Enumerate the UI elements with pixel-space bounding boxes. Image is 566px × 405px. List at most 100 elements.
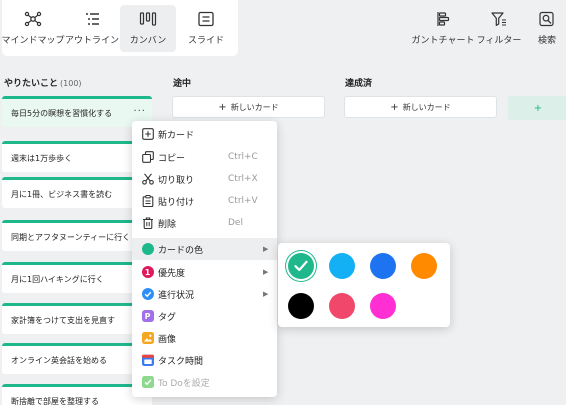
submenu-arrow-icon: ▶ — [263, 290, 269, 298]
menu-item-label: 貼り付け — [158, 197, 195, 208]
card-title: 家計簿をつけて支出を見直す — [11, 316, 115, 325]
color-swatch-orange[interactable] — [411, 253, 437, 279]
card[interactable]: 断捨離で部屋を整理する — [2, 384, 152, 405]
card[interactable]: オンライン英会話を始める — [2, 343, 152, 374]
menu-item-label: 切り取り — [158, 175, 195, 186]
menu-item-copy[interactable]: コピー Ctrl+C — [132, 146, 277, 168]
view-outline-button[interactable]: アウトライン — [65, 5, 120, 52]
new-card-label: 新しいカード — [402, 102, 451, 112]
menu-item-card-color[interactable]: カードの色 ▶ — [132, 238, 277, 260]
card[interactable]: 週末は1万歩歩く — [2, 141, 152, 172]
menu-item-label: 新カード — [158, 130, 195, 141]
filter-button[interactable]: フィルター — [477, 5, 521, 52]
card-title: 月に1冊、ビジネス書を読む — [11, 190, 113, 199]
shortcut-label: Ctrl+X — [228, 174, 258, 184]
menu-item-label: 優先度 — [158, 268, 186, 279]
view-mindmap-label: マインドマップ — [1, 36, 65, 46]
color-swatch-black[interactable] — [288, 293, 314, 319]
gantt-chart-button[interactable]: ガントチャート — [411, 5, 475, 52]
color-swatch-blue[interactable] — [370, 253, 396, 279]
shortcut-label: Ctrl+V — [228, 196, 258, 206]
menu-item-label: 画像 — [158, 334, 177, 345]
view-kanban-label: カンバン — [129, 36, 167, 46]
menu-item-priority[interactable]: 1 優先度 ▶ — [132, 261, 277, 283]
gantt-icon — [437, 12, 450, 26]
filter-icon — [491, 12, 506, 26]
plus-icon: + — [390, 101, 399, 113]
menu-item-new-card[interactable]: 新カード — [132, 123, 277, 145]
new-card-icon — [141, 128, 154, 141]
toolbar: マインドマップ アウトライン カンバン スライド ガントチャート フィルター 検… — [0, 0, 566, 60]
menu-item-delete[interactable]: 削除 Del — [132, 212, 277, 234]
card-title: 週末は1万歩歩く — [11, 154, 73, 163]
menu-item-paste[interactable]: 貼り付け Ctrl+V — [132, 190, 277, 212]
color-swatch-cyan[interactable] — [329, 253, 355, 279]
priority-icon: 1 — [141, 266, 154, 279]
menu-item-label: コピー — [158, 153, 186, 164]
column-title: 達成済 — [345, 79, 373, 89]
menu-item-label: タグ — [158, 312, 177, 323]
add-column-button[interactable]: + — [508, 96, 566, 120]
submenu-arrow-icon: ▶ — [263, 268, 269, 276]
cut-icon — [141, 173, 154, 186]
search-label: 検索 — [537, 36, 556, 46]
menu-item-progress[interactable]: 進行状況 ▶ — [132, 283, 277, 305]
column-title: やりたいこと — [4, 79, 59, 89]
card-title: 同期とアフタヌーンティーに行く — [11, 233, 131, 242]
color-swatch-magenta[interactable] — [370, 293, 396, 319]
outline-icon — [86, 13, 99, 25]
card-title: オンライン英会話を始める — [11, 356, 107, 365]
card[interactable]: 毎日5分の瞑想を習慣化する ··· — [2, 96, 152, 127]
view-slide-button[interactable]: スライド — [180, 5, 232, 52]
column-header-inprogress: 途中 — [173, 76, 191, 89]
menu-item-tag[interactable]: P タグ — [132, 305, 277, 327]
card[interactable]: 月に1回ハイキングに行く — [2, 262, 152, 293]
todo-icon — [141, 376, 154, 389]
card-color-icon — [141, 243, 154, 256]
view-kanban-button[interactable]: カンバン — [120, 5, 176, 52]
menu-item-todo: To Doを設定 — [132, 371, 277, 393]
card[interactable]: 月に1冊、ビジネス書を読む — [2, 177, 152, 208]
delete-icon — [141, 217, 154, 230]
new-card-button-done[interactable]: + 新しいカード — [344, 96, 497, 118]
menu-item-label: To Doを設定 — [158, 378, 210, 389]
card[interactable]: 同期とアフタヌーンティーに行く — [2, 220, 152, 251]
search-icon — [539, 11, 554, 27]
menu-item-label: 削除 — [158, 219, 177, 230]
submenu-arrow-icon: ▶ — [263, 245, 269, 253]
new-card-label: 新しいカード — [230, 102, 279, 112]
plus-icon: + — [218, 101, 227, 113]
column-header-done: 達成済 — [345, 76, 372, 89]
column-count: (100) — [60, 79, 82, 88]
column-header-todo: やりたいこと (100) — [4, 76, 82, 89]
color-swatch-pink[interactable] — [329, 293, 355, 319]
card-context-menu: 新カード コピー Ctrl+C 切り取り Ctrl+X 貼り付け Ctrl+V … — [132, 121, 277, 397]
mindmap-icon — [24, 11, 42, 27]
column-title: 途中 — [173, 79, 192, 89]
copy-icon — [141, 151, 154, 164]
gantt-chart-label: ガントチャート — [411, 36, 475, 46]
card[interactable]: 家計簿をつけて支出を見直す — [2, 303, 152, 334]
color-swatch-green[interactable] — [288, 253, 314, 279]
menu-item-cut[interactable]: 切り取り Ctrl+X — [132, 168, 277, 190]
menu-item-label: カードの色 — [158, 245, 204, 256]
menu-item-image[interactable]: 画像 — [132, 327, 277, 349]
more-icon[interactable]: ··· — [133, 106, 146, 117]
new-card-button-inprogress[interactable]: + 新しいカード — [172, 96, 325, 118]
card-title: 毎日5分の瞑想を習慣化する — [11, 109, 113, 118]
menu-item-task-time[interactable]: タスク時間 — [132, 349, 277, 371]
shortcut-label: Ctrl+C — [228, 152, 258, 162]
view-outline-label: アウトライン — [65, 36, 120, 46]
slide-icon — [198, 11, 214, 27]
task-time-icon — [141, 354, 154, 367]
card-title: 月に1回ハイキングに行く — [11, 275, 104, 284]
view-slide-label: スライド — [187, 36, 224, 46]
image-icon — [141, 332, 154, 345]
search-button[interactable]: 検索 — [530, 5, 564, 52]
filter-label: フィルター — [476, 36, 522, 46]
view-mindmap-button[interactable]: マインドマップ — [1, 5, 65, 52]
menu-item-label: タスク時間 — [158, 356, 204, 367]
shortcut-label: Del — [228, 218, 243, 228]
kanban-icon — [139, 12, 157, 26]
view-switcher: マインドマップ アウトライン カンバン スライド — [2, 0, 238, 56]
